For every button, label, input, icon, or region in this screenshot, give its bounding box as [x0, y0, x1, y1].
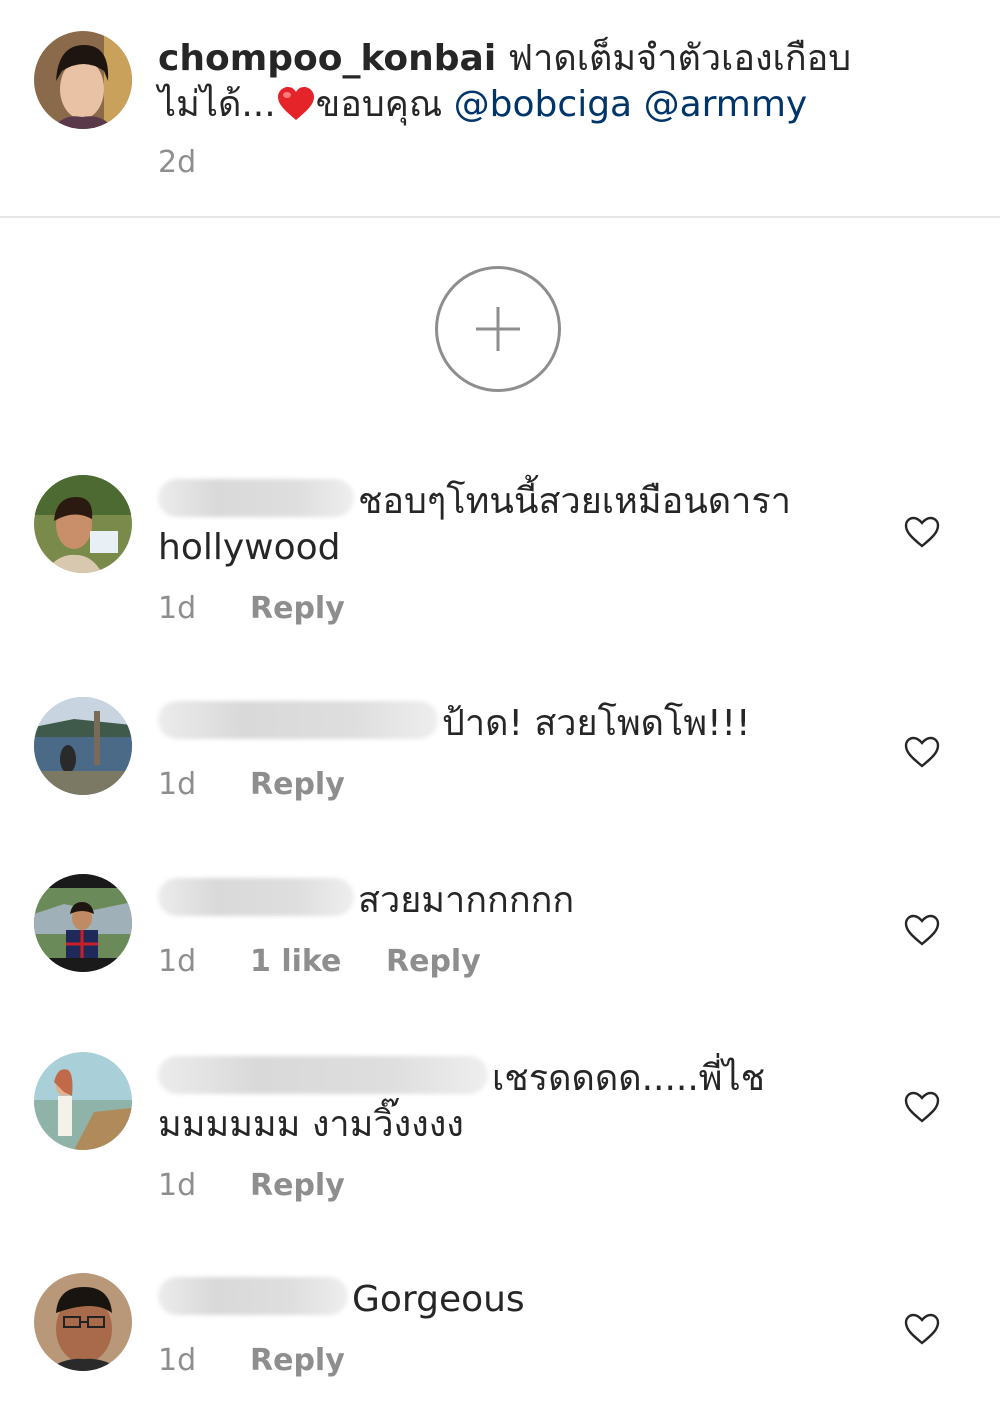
comment-timestamp: 1d	[158, 944, 197, 979]
reply-button[interactable]: Reply	[250, 591, 345, 626]
commenter-avatar[interactable]	[34, 1052, 132, 1150]
commenter-avatar[interactable]	[34, 697, 132, 795]
comment-text: สวยมากกกกก	[358, 880, 575, 921]
commenter-username[interactable]	[158, 701, 438, 739]
commenter-avatar[interactable]	[34, 874, 132, 972]
author-username[interactable]: chompoo_konbai	[158, 38, 496, 79]
comment-meta: 1d Reply	[158, 591, 345, 626]
heart-icon[interactable]	[903, 913, 941, 947]
author-avatar[interactable]	[34, 31, 132, 129]
heart-icon[interactable]	[903, 1312, 941, 1346]
reply-button[interactable]: Reply	[250, 1343, 345, 1378]
mention-bobciga[interactable]: @bobciga	[454, 84, 632, 125]
comment-meta: 1d Reply	[158, 767, 345, 802]
comment-likes-count[interactable]: 1 like	[250, 944, 386, 979]
comment-timestamp: 1d	[158, 1343, 197, 1378]
comment-meta: 1d 1 like Reply	[158, 944, 481, 979]
comment-timestamp: 1d	[158, 591, 197, 626]
comment-timestamp: 1d	[158, 767, 197, 802]
commenter-username[interactable]	[158, 1056, 488, 1094]
caption-text: chompoo_konbai ฟาดเต็มจำตัวเองเกือบไม่ได…	[158, 36, 888, 128]
commenter-username[interactable]	[158, 1277, 348, 1315]
comment-meta: 1d Reply	[158, 1168, 345, 1203]
comment-text: ป้าด! สวยโพดโพ!!!	[442, 703, 751, 744]
reply-button[interactable]: Reply	[250, 1168, 345, 1203]
caption-thanks: ขอบคุณ	[315, 84, 443, 125]
commenter-username[interactable]	[158, 479, 354, 517]
post-caption: chompoo_konbai ฟาดเต็มจำตัวเองเกือบไม่ได…	[0, 0, 1000, 218]
reply-button[interactable]: Reply	[386, 944, 481, 979]
comment-meta: 1d Reply	[158, 1343, 345, 1378]
caption-timestamp: 2d	[158, 145, 197, 180]
comment-timestamp: 1d	[158, 1168, 197, 1203]
commenter-avatar[interactable]	[34, 475, 132, 573]
heart-icon[interactable]	[903, 1090, 941, 1124]
reply-button[interactable]: Reply	[250, 767, 345, 802]
mention-armmy[interactable]: @armmy	[644, 84, 808, 125]
commenter-username[interactable]	[158, 878, 354, 916]
comment-text: Gorgeous	[352, 1279, 525, 1320]
load-more-comments-button[interactable]	[435, 266, 561, 392]
heart-icon[interactable]	[903, 515, 941, 549]
commenter-avatar[interactable]	[34, 1273, 132, 1371]
heart-icon[interactable]	[903, 735, 941, 769]
plus-circle-icon	[476, 307, 520, 351]
red-heart-icon	[277, 87, 314, 120]
